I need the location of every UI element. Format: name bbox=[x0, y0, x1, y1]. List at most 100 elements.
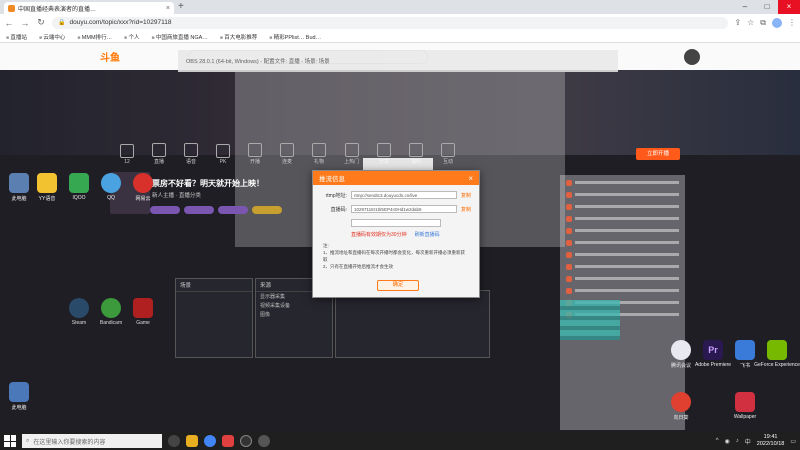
tag[interactable] bbox=[150, 206, 180, 214]
chat-row bbox=[566, 250, 679, 259]
meeting-icon bbox=[671, 340, 691, 360]
address-bar[interactable]: 🔒 douyu.com/topic/xxx?rid=10297118 bbox=[52, 16, 729, 29]
taskbar-search[interactable]: ⌕ 在这里输入你要搜索的内容 bbox=[22, 434, 162, 448]
chat-row bbox=[566, 190, 679, 199]
premiere-icon: Pr bbox=[703, 340, 723, 360]
toolbar-item[interactable]: 开播 bbox=[248, 143, 262, 165]
extra-row bbox=[313, 219, 479, 227]
desktop-icon-label: 网易云 bbox=[135, 196, 151, 202]
tag[interactable] bbox=[184, 206, 214, 214]
clock-date: 2022/10/18 bbox=[756, 441, 785, 447]
tag[interactable] bbox=[252, 206, 282, 214]
tag[interactable] bbox=[218, 206, 248, 214]
desktop-icon-yy[interactable]: YY语音 bbox=[30, 173, 64, 202]
reload-icon[interactable]: ↻ bbox=[36, 17, 46, 28]
bookmark-item[interactable]: 个人 bbox=[124, 33, 139, 41]
toolbar-item[interactable]: 语音 bbox=[184, 143, 198, 165]
close-window-icon[interactable]: × bbox=[778, 0, 800, 14]
app-icon[interactable] bbox=[222, 435, 234, 447]
desktop-icon-iqoo[interactable]: IQOO bbox=[62, 173, 96, 201]
notification-icon[interactable]: ▭ bbox=[790, 438, 796, 445]
back-icon[interactable]: ← bbox=[4, 18, 14, 28]
desktop-icon-bandicam[interactable]: Bandicam bbox=[94, 298, 128, 326]
bookmark-item[interactable]: 直播站 bbox=[6, 33, 27, 41]
gift-list bbox=[560, 300, 620, 340]
toolbar-item[interactable]: 互动 bbox=[441, 143, 455, 165]
desktop-icon-meeting[interactable]: 腾讯会议 bbox=[664, 340, 698, 369]
network-icon[interactable]: ◉ bbox=[725, 438, 730, 445]
source-item[interactable]: 视频采集设备 bbox=[256, 301, 332, 310]
user-avatar[interactable] bbox=[684, 48, 700, 65]
lock-icon: 🔒 bbox=[58, 20, 66, 26]
game-icon bbox=[133, 298, 153, 318]
yy-icon bbox=[37, 173, 57, 193]
bookmark-item[interactable]: 中国商旅直播 NGA… bbox=[151, 33, 208, 41]
refresh-key-link[interactable]: 刷新直播码 bbox=[415, 232, 440, 238]
toolbar-item[interactable]: 直播 bbox=[152, 143, 166, 165]
source-item[interactable]: 图像 bbox=[256, 310, 332, 319]
menu-icon[interactable]: ⋮ bbox=[788, 18, 796, 27]
url-text: douyu.com/topic/xxx?rid=10297118 bbox=[69, 19, 172, 26]
desktop-icon-label: Game bbox=[136, 320, 150, 326]
extra-field[interactable] bbox=[351, 219, 441, 227]
maximize-icon[interactable]: □ bbox=[756, 0, 778, 14]
browser-tab[interactable]: 中国直播经典表演者的直播… × bbox=[4, 2, 174, 14]
desktop-icon-wallpaper[interactable]: Wallpaper bbox=[728, 392, 762, 420]
desktop-icon-label: 飞书 bbox=[739, 363, 750, 369]
volume-icon[interactable]: ♪ bbox=[736, 438, 739, 444]
dialog-close-icon[interactable]: × bbox=[468, 174, 473, 183]
rtmp-field[interactable]: rtmp://sendtc3.douyucdn.cn/live bbox=[351, 191, 457, 199]
chat-row bbox=[566, 214, 679, 223]
chrome-icon[interactable] bbox=[204, 435, 216, 447]
desktop-icon-computer-2[interactable]: 此电脑 bbox=[2, 382, 36, 411]
desktop-icon-premiere[interactable]: Pr Adobe Premiere bbox=[694, 340, 732, 368]
stream-tags bbox=[150, 206, 282, 214]
music-icon bbox=[133, 173, 153, 193]
bookmark-item[interactable]: 百大电影推荐 bbox=[220, 33, 257, 41]
toolbar-item[interactable]: 12 bbox=[120, 144, 134, 165]
bookmark-item[interactable]: 精彩PPlist… Bud… bbox=[269, 33, 321, 41]
toolbar-item[interactable]: 礼物 bbox=[312, 143, 326, 165]
desktop-icon-game[interactable]: Game bbox=[126, 298, 160, 326]
close-tab-icon[interactable]: × bbox=[166, 5, 170, 12]
share-icon[interactable]: ⇪ bbox=[734, 18, 741, 27]
profile-avatar[interactable] bbox=[772, 17, 782, 28]
desktop-icon-label: Adobe Premiere bbox=[694, 362, 732, 368]
scenes-title: 场景 bbox=[176, 279, 252, 292]
star-icon[interactable]: ☆ bbox=[747, 18, 754, 27]
extensions-icon[interactable]: ⧉ bbox=[760, 18, 766, 28]
taskbar: ⌕ 在这里输入你要搜索的内容 ^ ◉ ♪ 中 19:41 2022/10/18 … bbox=[0, 432, 800, 450]
obs-icon[interactable] bbox=[240, 435, 252, 447]
desktop-icon-sunlogin[interactable]: 向日葵 bbox=[664, 392, 698, 421]
key-field[interactable]: 10297118r1tlr5EP4n0Hd1w2dab6 bbox=[351, 205, 457, 213]
windows-start-icon[interactable] bbox=[4, 435, 16, 447]
minimize-icon[interactable]: – bbox=[734, 0, 756, 14]
new-tab-icon[interactable]: + bbox=[178, 1, 184, 12]
clock[interactable]: 19:41 2022/10/18 bbox=[757, 434, 785, 448]
bookmark-item[interactable]: MMM排行… bbox=[77, 33, 112, 41]
task-view-icon[interactable] bbox=[168, 435, 180, 447]
desktop-icon-music[interactable]: 网易云 bbox=[126, 173, 160, 202]
desktop-icon-qq[interactable]: QQ bbox=[94, 173, 128, 201]
bookmark-item[interactable]: 云端中心 bbox=[39, 33, 65, 41]
forward-icon[interactable]: → bbox=[20, 18, 30, 28]
screen: 中国直播经典表演者的直播… × + – □ × ← → ↻ 🔒 douyu.co… bbox=[0, 0, 800, 450]
app-icon[interactable] bbox=[258, 435, 270, 447]
desktop-icon-label: IQOO bbox=[72, 195, 86, 201]
key-copy-link[interactable]: 复制 bbox=[461, 206, 471, 213]
toolbar-item[interactable]: 上热门 bbox=[344, 143, 359, 165]
tray-chevron-icon[interactable]: ^ bbox=[716, 438, 719, 444]
input-language[interactable]: 中 bbox=[745, 437, 751, 446]
desktop-icon-geforce[interactable]: GeForce Experience bbox=[754, 340, 800, 368]
rtmp-copy-link[interactable]: 复制 bbox=[461, 192, 471, 199]
confirm-button[interactable]: 确定 bbox=[377, 280, 419, 291]
file-explorer-icon[interactable] bbox=[186, 435, 198, 447]
toolbar-item[interactable]: 连麦 bbox=[280, 143, 294, 165]
tab-title: 中国直播经典表演者的直播… bbox=[18, 6, 97, 13]
desktop-icon-label: Bandicam bbox=[99, 320, 123, 326]
toolbar-item[interactable]: PK bbox=[216, 144, 230, 165]
desktop-icon-steam[interactable]: Steam bbox=[62, 298, 96, 326]
site-logo[interactable]: 斗鱼 bbox=[100, 49, 120, 64]
obs-window-titlebar: OBS 28.0.1 (64-bit, Windows) - 配置文件: 直播 … bbox=[178, 50, 618, 72]
start-live-button[interactable]: 立即开播 bbox=[636, 148, 680, 160]
